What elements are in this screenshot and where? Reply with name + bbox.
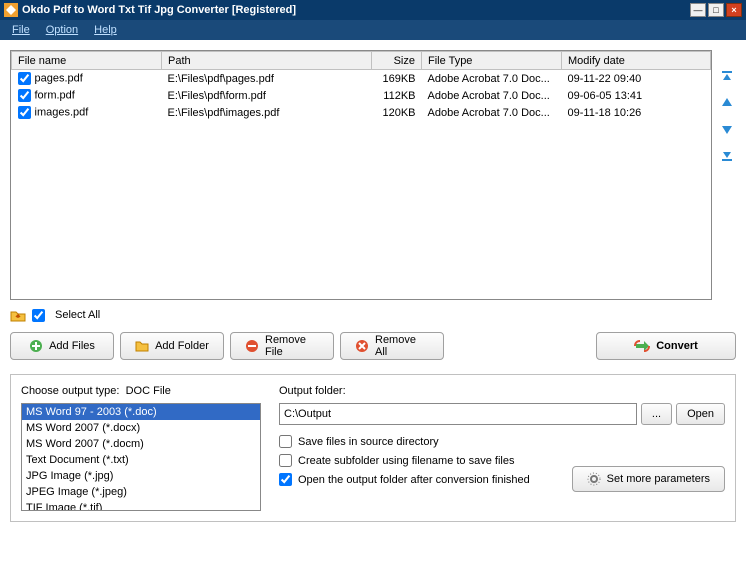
app-icon xyxy=(4,3,18,17)
browse-button[interactable]: ... xyxy=(641,403,672,425)
create-subfolder-checkbox[interactable] xyxy=(279,454,292,467)
add-folder-button[interactable]: Add Folder xyxy=(120,332,224,360)
list-item[interactable]: TIF Image (*.tif) xyxy=(22,500,260,511)
window-title: Okdo Pdf to Word Txt Tif Jpg Converter [… xyxy=(22,4,688,16)
col-date[interactable]: Modify date xyxy=(562,52,711,70)
settings-panel: Choose output type: DOC File MS Word 97 … xyxy=(10,374,736,522)
maximize-button[interactable]: □ xyxy=(708,3,724,17)
col-filename[interactable]: File name xyxy=(12,52,162,70)
selectall-label: Select All xyxy=(55,309,100,321)
output-folder-input[interactable] xyxy=(279,403,637,425)
more-parameters-button[interactable]: Set more parameters xyxy=(572,466,725,492)
list-item[interactable]: MS Word 2007 (*.docm) xyxy=(22,436,260,452)
col-size[interactable]: Size xyxy=(372,52,422,70)
selectall-checkbox[interactable] xyxy=(32,309,45,322)
gear-icon xyxy=(587,472,601,486)
list-item[interactable]: JPEG Image (*.jpeg) xyxy=(22,484,260,500)
col-type[interactable]: File Type xyxy=(422,52,562,70)
main-content: File name Path Size File Type Modify dat… xyxy=(0,40,746,532)
folder-icon xyxy=(135,339,149,353)
add-files-button[interactable]: Add Files xyxy=(10,332,114,360)
close-button[interactable]: × xyxy=(726,3,742,17)
move-top-button[interactable] xyxy=(718,68,736,86)
move-up-button[interactable] xyxy=(718,94,736,112)
remove-all-button[interactable]: Remove All xyxy=(340,332,444,360)
convert-icon xyxy=(634,339,650,353)
row-checkbox[interactable] xyxy=(18,72,31,85)
move-bottom-button[interactable] xyxy=(718,146,736,164)
table-row[interactable]: images.pdfE:\Files\pdf\images.pdf120KBAd… xyxy=(12,104,711,121)
up-folder-icon[interactable] xyxy=(10,308,26,322)
open-folder-button[interactable]: Open xyxy=(676,403,725,425)
move-down-button[interactable] xyxy=(718,120,736,138)
remove-file-button[interactable]: Remove File xyxy=(230,332,334,360)
file-list[interactable]: File name Path Size File Type Modify dat… xyxy=(10,50,712,300)
list-item[interactable]: JPG Image (*.jpg) xyxy=(22,468,260,484)
menu-help[interactable]: Help xyxy=(86,24,125,36)
row-checkbox[interactable] xyxy=(18,106,31,119)
output-type-label: Choose output type: xyxy=(21,385,119,397)
menu-file[interactable]: File xyxy=(4,24,38,36)
menu-option[interactable]: Option xyxy=(38,24,86,36)
list-item[interactable]: Text Document (*.txt) xyxy=(22,452,260,468)
remove-all-icon xyxy=(355,339,369,353)
menubar: File Option Help xyxy=(0,20,746,40)
table-row[interactable]: form.pdfE:\Files\pdf\form.pdf112KBAdobe … xyxy=(12,87,711,104)
list-item[interactable]: MS Word 97 - 2003 (*.doc) xyxy=(22,404,260,420)
output-type-listbox[interactable]: MS Word 97 - 2003 (*.doc)MS Word 2007 (*… xyxy=(21,403,261,511)
minus-icon xyxy=(245,339,259,353)
minimize-button[interactable]: — xyxy=(690,3,706,17)
save-source-checkbox[interactable] xyxy=(279,435,292,448)
titlebar: Okdo Pdf to Word Txt Tif Jpg Converter [… xyxy=(0,0,746,20)
list-item[interactable]: MS Word 2007 (*.docx) xyxy=(22,420,260,436)
plus-icon xyxy=(29,339,43,353)
output-folder-label: Output folder: xyxy=(279,385,725,397)
convert-button[interactable]: Convert xyxy=(596,332,736,360)
table-row[interactable]: pages.pdfE:\Files\pdf\pages.pdf169KBAdob… xyxy=(12,70,711,88)
row-checkbox[interactable] xyxy=(18,89,31,102)
output-type-current: DOC File xyxy=(126,385,171,397)
col-path[interactable]: Path xyxy=(162,52,372,70)
open-after-checkbox[interactable] xyxy=(279,473,292,486)
